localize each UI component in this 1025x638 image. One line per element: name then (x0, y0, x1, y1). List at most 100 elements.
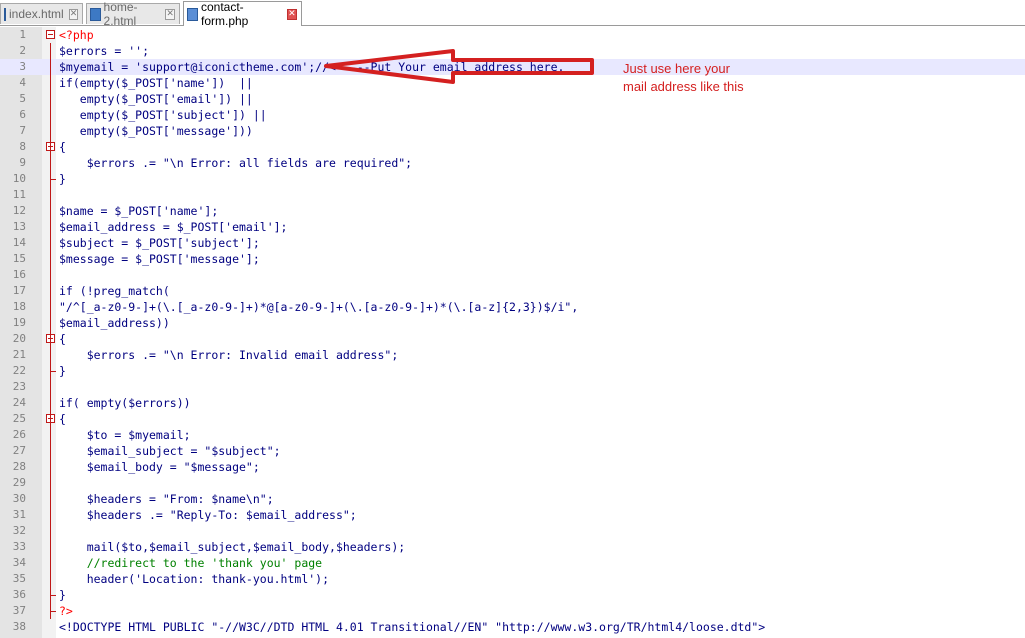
line-number: 14 (12, 236, 26, 249)
code-line[interactable]: 14 $subject = $_POST['subject']; (0, 235, 1025, 251)
tab-index-html[interactable]: index.html ✕ (0, 3, 83, 24)
annotation-arrow (324, 49, 594, 84)
code-line[interactable]: 10} (0, 171, 1025, 187)
line-number: 36 (12, 588, 26, 601)
line-number: 7 (19, 124, 26, 137)
code-text: $errors = ''; (59, 44, 150, 58)
line-number: 8 (19, 140, 26, 153)
code-line[interactable]: 22} (0, 363, 1025, 379)
close-icon[interactable]: ✕ (165, 8, 175, 20)
code-line[interactable]: 9 $errors .= "\n Error: all fields are r… (0, 155, 1025, 171)
code-line[interactable]: 30 $headers = "From: $name\n"; (0, 491, 1025, 507)
code-line[interactable]: 17 if (!preg_match( (0, 283, 1025, 299)
code-text: $errors .= "\n Error: all fields are req… (59, 156, 413, 170)
code-text: $email_address)) (59, 316, 170, 330)
line-number: 19 (12, 316, 26, 329)
line-number: 35 (12, 572, 26, 585)
code-text: ?> (59, 604, 73, 618)
code-text: } (59, 588, 66, 602)
code-text: "/^[_a-z0-9-]+(\.[_a-z0-9-]+)*@[a-z0-9-]… (59, 300, 579, 314)
code-line[interactable]: 18 "/^[_a-z0-9-]+(\.[_a-z0-9-]+)*@[a-z0-9… (0, 299, 1025, 315)
code-line[interactable]: 33 mail($to,$email_subject,$email_body,$… (0, 539, 1025, 555)
line-number: 20 (12, 332, 26, 345)
line-number: 6 (19, 108, 26, 121)
line-number: 38 (12, 620, 26, 633)
code-line[interactable]: 20 { (0, 331, 1025, 347)
code-line[interactable]: 16 (0, 267, 1025, 283)
line-number: 3 (19, 60, 26, 73)
code-text: empty($_POST['subject']) || (59, 108, 267, 122)
line-number: 25 (12, 412, 26, 425)
annotation-line-2: mail address like this (623, 79, 744, 94)
tab-bar: index.html ✕ home-2.html ✕ contact-form.… (0, 0, 1025, 28)
code-text: if( empty($errors)) (59, 396, 191, 410)
code-line[interactable]: 31 $headers .= "Reply-To: $email_address… (0, 507, 1025, 523)
code-text: if(empty($_POST['name']) || (59, 76, 253, 90)
code-line[interactable]: 35 header('Location: thank-you.html'); (0, 571, 1025, 587)
line-number: 24 (12, 396, 26, 409)
file-icon (187, 7, 198, 21)
line-number: 32 (12, 524, 26, 537)
code-line[interactable]: 8{ (0, 139, 1025, 155)
code-line[interactable]: 26 $to = $myemail; (0, 427, 1025, 443)
line-number: 28 (12, 460, 26, 473)
line-number: 22 (12, 364, 26, 377)
arrow-shape (324, 49, 594, 84)
line-number: 10 (12, 172, 26, 185)
code-line[interactable]: 27 $email_subject = "$subject"; (0, 443, 1025, 459)
code-text: empty($_POST['email']) || (59, 92, 253, 106)
line-number: 1 (19, 28, 26, 41)
tab-contact-form-php[interactable]: contact-form.php ✕ (183, 0, 302, 28)
code-line[interactable]: 11 (0, 187, 1025, 203)
code-line[interactable]: 34 //redirect to the 'thank you' page (0, 555, 1025, 571)
line-number: 18 (12, 300, 26, 313)
code-text: $email_body = "$message"; (59, 460, 260, 474)
code-text: $headers .= "Reply-To: $email_address"; (59, 508, 357, 522)
code-line[interactable]: 19 $email_address)) (0, 315, 1025, 331)
line-number: 4 (19, 76, 26, 89)
code-line[interactable]: 28 $email_body = "$message"; (0, 459, 1025, 475)
line-number: 26 (12, 428, 26, 441)
line-number: 27 (12, 444, 26, 457)
code-line[interactable]: 23 (0, 379, 1025, 395)
code-line[interactable]: 24 if( empty($errors)) (0, 395, 1025, 411)
close-icon[interactable]: ✕ (68, 8, 79, 20)
tab-label: home-2.html (103, 0, 138, 28)
code-line[interactable]: 1 <?php (0, 27, 1025, 43)
code-line[interactable]: 12 $name = $_POST['name']; (0, 203, 1025, 219)
file-icon (90, 7, 101, 21)
line-number: 9 (19, 156, 26, 169)
file-icon (4, 7, 6, 21)
code-line[interactable]: 29 (0, 475, 1025, 491)
line-number: 33 (12, 540, 26, 553)
fold-toggle-icon[interactable] (46, 30, 55, 39)
code-text: $message = $_POST['message']; (59, 252, 260, 266)
code-text: mail($to,$email_subject,$email_body,$hea… (59, 540, 406, 554)
tab-label: contact-form.php (200, 0, 249, 28)
line-number: 29 (12, 476, 26, 489)
code-line[interactable]: 6 empty($_POST['subject']) || (0, 107, 1025, 123)
code-text: $email_address = $_POST['email']; (59, 220, 288, 234)
code-line[interactable]: 38 <!DOCTYPE HTML PUBLIC "-//W3C//DTD HTM… (0, 619, 1025, 635)
line-number: 34 (12, 556, 26, 569)
tab-home-2-html[interactable]: home-2.html ✕ (86, 0, 180, 28)
line-number: 12 (12, 204, 26, 217)
code-line[interactable]: 7 empty($_POST['message'])) (0, 123, 1025, 139)
code-line[interactable]: 13 $email_address = $_POST['email']; (0, 219, 1025, 235)
code-line[interactable]: 25 { (0, 411, 1025, 427)
code-line[interactable]: 36} (0, 587, 1025, 603)
line-number: 21 (12, 348, 26, 361)
code-text: if (!preg_match( (59, 284, 170, 298)
code-text: $to = $myemail; (59, 428, 191, 442)
code-text: { (59, 332, 66, 346)
code-line[interactable]: 37 ?> (0, 603, 1025, 619)
close-icon[interactable]: ✕ (286, 8, 297, 20)
code-text: } (59, 172, 66, 186)
code-line[interactable]: 32 (0, 523, 1025, 539)
code-line[interactable]: 15 $message = $_POST['message']; (0, 251, 1025, 267)
code-line[interactable]: 5 empty($_POST['email']) || (0, 91, 1025, 107)
line-number: 17 (12, 284, 26, 297)
line-number: 37 (12, 604, 26, 617)
code-line[interactable]: 21 $errors .= "\n Error: Invalid email a… (0, 347, 1025, 363)
line-number: 23 (12, 380, 26, 393)
